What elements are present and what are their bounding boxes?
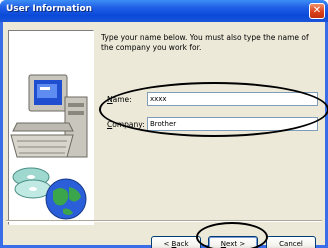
company-label: Company: <box>107 120 145 129</box>
close-button[interactable]: ✕ <box>309 3 325 19</box>
name-field[interactable]: xxxx <box>147 92 318 106</box>
instructions-text: Type your name below. You must also type… <box>101 33 309 52</box>
company-label-text: ompany: <box>112 120 145 129</box>
cancel-button[interactable]: Cancel <box>266 236 316 248</box>
separator <box>6 220 322 222</box>
dialog-title: User Information <box>6 4 93 14</box>
back-button[interactable]: < Back <box>151 236 201 248</box>
close-icon: ✕ <box>312 5 322 16</box>
title-bar[interactable]: User Information ✕ <box>0 0 328 22</box>
company-field[interactable]: Brother <box>147 117 318 131</box>
globe-icon <box>45 178 87 220</box>
setup-illustration <box>8 30 94 225</box>
name-label: Name: <box>107 95 132 104</box>
dialog-body: Type your name below. You must also type… <box>3 22 328 248</box>
user-information-dialog: User Information ✕ Type your name below.… <box>0 0 328 248</box>
next-button[interactable]: Next > <box>208 236 258 248</box>
name-label-text: ame: <box>112 95 132 104</box>
